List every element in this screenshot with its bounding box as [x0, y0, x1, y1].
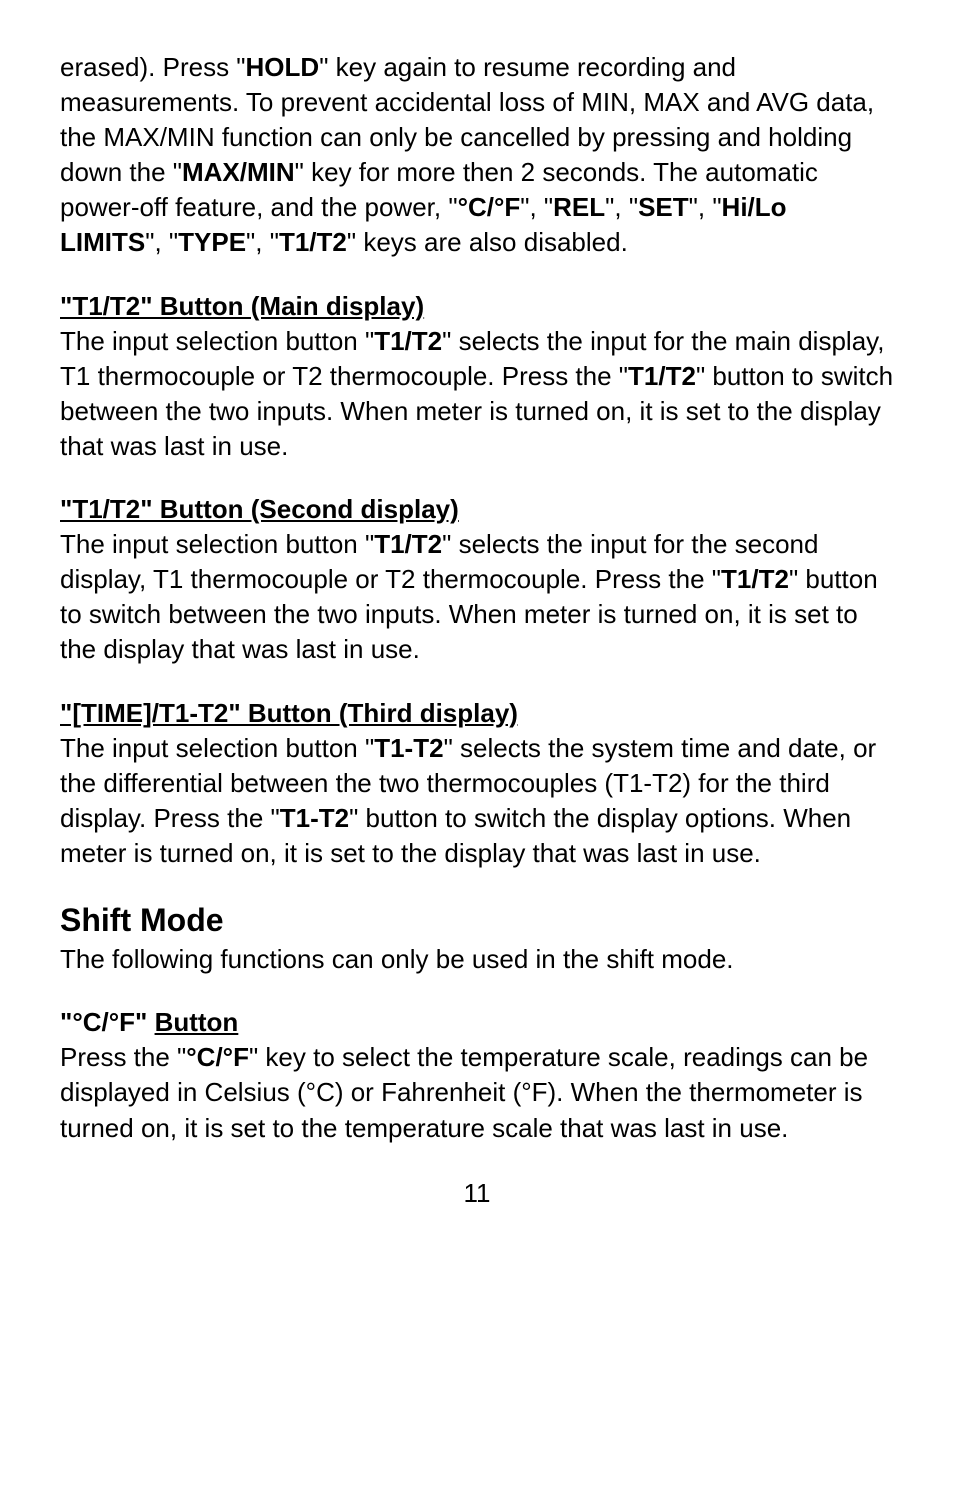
key-rel: REL: [553, 192, 605, 222]
paragraph-t1t2-main: The input selection button "T1/T2" selec…: [60, 324, 894, 464]
paragraph-time-t1t2-third: The input selection button "T1-T2" selec…: [60, 731, 894, 871]
heading-t1t2-second: "T1/T2" Button (Second display): [60, 492, 894, 527]
text: The input selection button ": [60, 326, 374, 356]
page-number: 11: [60, 1176, 894, 1211]
paragraph-t1t2-second: The input selection button "T1/T2" selec…: [60, 527, 894, 667]
text: erased). Press ": [60, 52, 246, 82]
section-title-shift-mode: Shift Mode: [60, 899, 894, 942]
key-t1t2: T1/T2: [628, 361, 696, 391]
heading-underline: Button: [155, 1007, 239, 1037]
text: ", ": [145, 227, 178, 257]
heading-t1t2-main: "T1/T2" Button (Main display): [60, 289, 894, 324]
intro-paragraph: erased). Press "HOLD" key again to resum…: [60, 50, 894, 261]
key-type: TYPE: [178, 227, 246, 257]
key-t1t2: T1/T2: [279, 227, 347, 257]
key-maxmin: MAX/MIN: [182, 157, 295, 187]
heading-prefix: "°C/°F": [60, 1007, 155, 1037]
key-t1t2: T1/T2: [721, 564, 789, 594]
key-t1minus-t2: T1-T2: [280, 803, 349, 833]
key-hold: HOLD: [246, 52, 320, 82]
heading-cf-button: "°C/°F" Button: [60, 1005, 894, 1040]
paragraph-cf-button: Press the "°C/°F" key to select the temp…: [60, 1040, 894, 1145]
text: The input selection button ": [60, 529, 374, 559]
key-set: SET: [638, 192, 689, 222]
key-cf: °C/°F: [186, 1042, 249, 1072]
key-cf: °C/°F: [458, 192, 521, 222]
paragraph-shift-mode: The following functions can only be used…: [60, 942, 894, 977]
text: ", ": [605, 192, 638, 222]
key-t1t2: T1/T2: [374, 529, 442, 559]
text: " keys are also disabled.: [347, 227, 628, 257]
key-t1minus-t2: T1-T2: [374, 733, 443, 763]
text: ", ": [520, 192, 553, 222]
text: The input selection button ": [60, 733, 374, 763]
text: Press the ": [60, 1042, 186, 1072]
key-t1t2: T1/T2: [374, 326, 442, 356]
text: ", ": [689, 192, 722, 222]
text: ", ": [246, 227, 279, 257]
heading-time-t1t2-third: "[TIME]/T1-T2" Button (Third display): [60, 696, 894, 731]
